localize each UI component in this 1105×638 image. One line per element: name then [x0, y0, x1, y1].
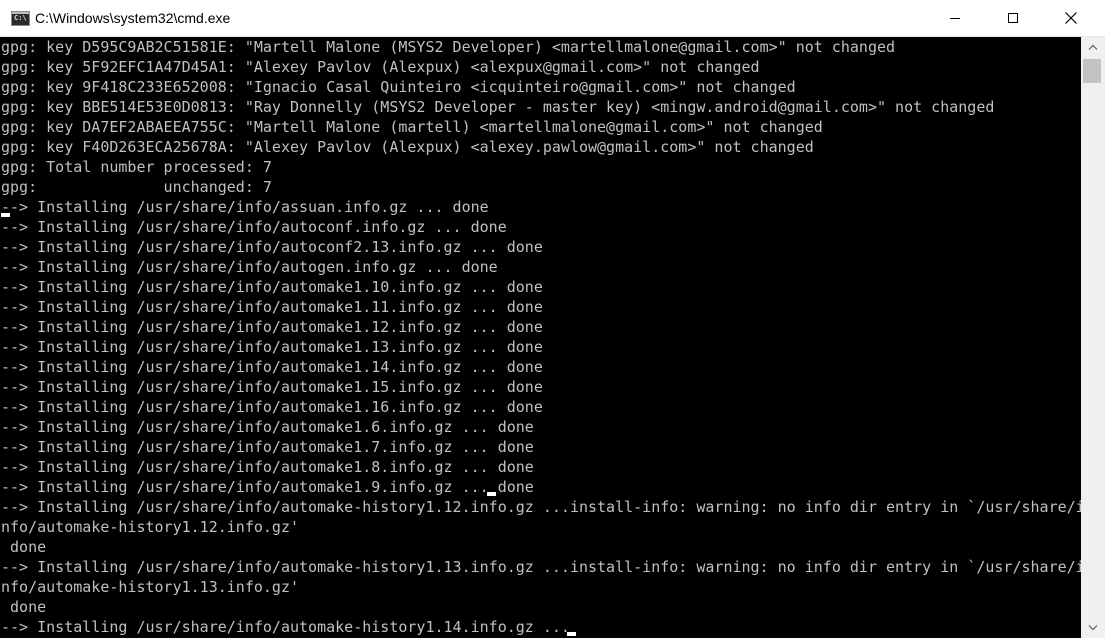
terminal-line: done [1, 598, 47, 616]
terminal-line: --> Installing /usr/share/info/automake1… [1, 358, 543, 376]
scroll-down-button[interactable] [1081, 618, 1105, 638]
terminal-line: --> Installing /usr/share/info/automake-… [1, 498, 1081, 516]
terminal-line: gpg: key DA7EF2ABAEEA755C: "Martell Malo… [1, 118, 823, 136]
terminal-line: --> Installing /usr/share/info/assuan.in… [1, 198, 489, 216]
cmd-console-icon[interactable]: C:\ [11, 11, 30, 26]
text-cursor [567, 632, 576, 636]
terminal-line: --> Installing /usr/share/info/automake1… [1, 318, 543, 336]
terminal-line: --> Installing /usr/share/info/automake1… [1, 438, 534, 456]
minimize-button[interactable] [926, 0, 984, 36]
terminal-line: --> Installing /usr/share/info/autoconf.… [1, 218, 507, 236]
cursor-artifact [1, 213, 10, 217]
terminal-line: gpg: key BBE514E53E0D0813: "Ray Donnelly… [1, 98, 995, 116]
terminal-line: --> Installing /usr/share/info/automake1… [1, 278, 543, 296]
window-title: C:\Windows\system32\cmd.exe [35, 10, 231, 26]
terminal-line: done [1, 538, 47, 556]
close-button[interactable] [1042, 0, 1100, 36]
terminal-line: --> Installing /usr/share/info/automake-… [1, 618, 570, 636]
terminal-line: gpg: Total number processed: 7 [1, 158, 272, 176]
close-icon [1065, 12, 1077, 24]
terminal-line: --> Installing /usr/share/info/autogen.i… [1, 258, 498, 276]
terminal-line: --> Installing /usr/share/info/automake1… [1, 298, 543, 316]
terminal-line: gpg: unchanged: 7 [1, 178, 272, 196]
title-bar[interactable]: C:\ C:\Windows\system32\cmd.exe [0, 0, 1105, 37]
terminal-line: --> Installing /usr/share/info/automake1… [1, 378, 543, 396]
terminal-line: gpg: key F40D263ECA25678A: "Alexey Pavlo… [1, 138, 814, 156]
scroll-up-button[interactable] [1081, 37, 1105, 57]
icon-prompt-glyph: C:\ [14, 14, 27, 22]
scroll-up-arrow-icon [1088, 44, 1098, 50]
terminal-line: gpg: key D595C9AB2C51581E: "Martell Malo… [1, 38, 896, 56]
scroll-down-arrow-icon [1088, 625, 1098, 631]
terminal-line: --> Installing /usr/share/info/autoconf2… [1, 238, 543, 256]
terminal-line: --> Installing /usr/share/info/automake-… [1, 558, 1081, 576]
terminal-line: --> Installing /usr/share/info/automake1… [1, 478, 534, 496]
terminal-line: --> Installing /usr/share/info/automake1… [1, 338, 543, 356]
cursor-artifact [487, 492, 496, 496]
terminal-line: nfo/automake-history1.13.info.gz' [1, 578, 300, 596]
vertical-scrollbar[interactable] [1081, 37, 1105, 638]
terminal-line: --> Installing /usr/share/info/automake1… [1, 458, 534, 476]
maximize-button[interactable] [984, 0, 1042, 36]
maximize-icon [1008, 13, 1018, 23]
scrollbar-thumb[interactable] [1083, 59, 1101, 83]
terminal-line: gpg: key 9F418C233E652008: "Ignacio Casa… [1, 78, 796, 96]
terminal-output[interactable]: gpg: key D595C9AB2C51581E: "Martell Malo… [0, 37, 1081, 638]
terminal-line: nfo/automake-history1.12.info.gz' [1, 518, 300, 536]
minimize-icon [950, 18, 960, 19]
terminal-line: --> Installing /usr/share/info/automake1… [1, 398, 543, 416]
terminal-line: gpg: key 5F92EFC1A47D45A1: "Alexey Pavlo… [1, 58, 760, 76]
terminal-line: --> Installing /usr/share/info/automake1… [1, 418, 534, 436]
